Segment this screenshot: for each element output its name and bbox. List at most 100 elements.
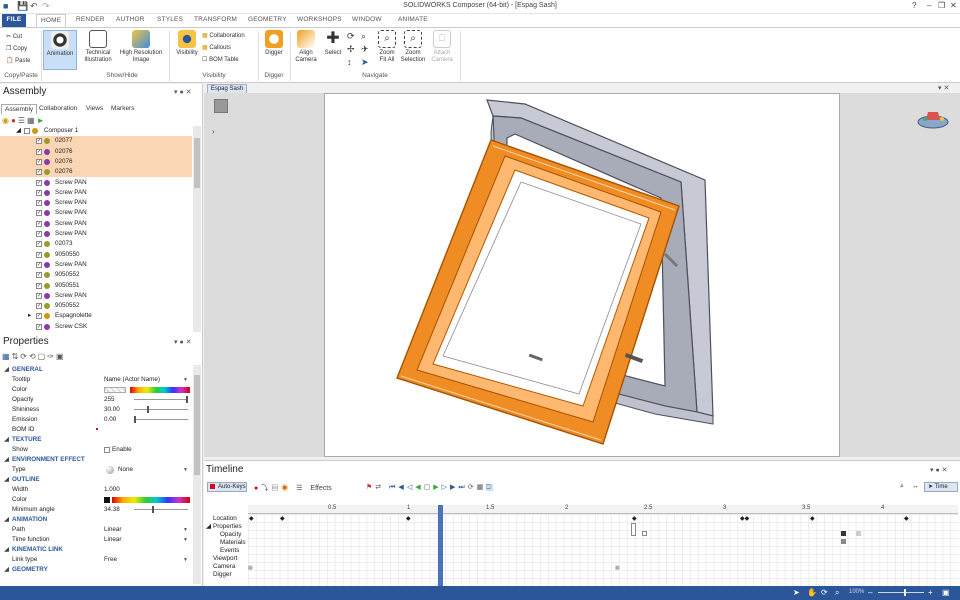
reset-icon[interactable]: ⟲ bbox=[29, 352, 38, 361]
color-swatch[interactable] bbox=[104, 387, 126, 393]
link-icon[interactable]: ⇄ bbox=[375, 484, 384, 491]
zoom-selection-button[interactable]: ⌕ Zoom Selection bbox=[399, 30, 427, 64]
zoom-slider[interactable] bbox=[878, 589, 924, 596]
color-gradient[interactable] bbox=[112, 497, 190, 503]
property-section[interactable]: ◢ ANIMATION bbox=[0, 515, 194, 525]
property-row[interactable]: Width 1.000 bbox=[0, 485, 194, 495]
loop-icon[interactable]: ⟳ bbox=[468, 484, 477, 491]
tree-row[interactable]: ✓ Screw PAN bbox=[0, 178, 192, 188]
checkbox[interactable]: ✓ bbox=[36, 138, 42, 145]
property-value[interactable]: Free bbox=[104, 555, 117, 565]
keyframe-marker[interactable]: ◆ bbox=[249, 515, 254, 522]
value-slider[interactable] bbox=[134, 406, 188, 413]
fit-timeline-icon[interactable]: ↔ bbox=[912, 483, 919, 490]
bom-table-toggle[interactable]: ☐ BOM Table bbox=[202, 56, 239, 63]
tab-render[interactable]: RENDER bbox=[76, 16, 105, 23]
tree-row[interactable]: ✓ 9050551 bbox=[0, 281, 192, 291]
property-section[interactable]: ◢ KINEMATIC LINK bbox=[0, 545, 194, 555]
tree-row[interactable]: ✓ 9050552 bbox=[0, 270, 192, 280]
tab-assembly[interactable]: Assembly bbox=[1, 104, 38, 114]
dropdown-arrow-icon[interactable]: ▼ bbox=[183, 535, 188, 545]
arrow-icon[interactable]: ➤ bbox=[361, 57, 369, 68]
timeline-track-label[interactable]: Location bbox=[213, 515, 237, 523]
animation-button[interactable]: Animation bbox=[43, 30, 77, 70]
tree-row-screw-csk[interactable]: ✓ Screw CSK bbox=[0, 322, 192, 332]
prev-frame-icon[interactable]: ◁ bbox=[407, 484, 415, 491]
property-row[interactable]: Path Linear ▼ bbox=[0, 525, 194, 535]
value-slider[interactable] bbox=[134, 396, 188, 403]
camera-key-marker[interactable]: ▦ bbox=[248, 565, 253, 571]
filmstrip-icon[interactable] bbox=[214, 99, 228, 113]
tree-row[interactable]: ✓ 02077 bbox=[0, 136, 192, 147]
panel-menu-icon[interactable]: ▾ ● ✕ bbox=[930, 466, 948, 474]
close-document-icon[interactable]: ▾ ✕ bbox=[938, 84, 949, 92]
timeline-track-label[interactable]: Opacity bbox=[220, 531, 241, 539]
property-row[interactable]: Opacity 255 bbox=[0, 395, 194, 405]
property-row[interactable]: Time function Linear ▼ bbox=[0, 535, 194, 545]
auto-keys-button[interactable]: Auto-Keys bbox=[207, 482, 247, 492]
tree-row-espagnolette[interactable]: ▸ ✓ Espagnolette bbox=[0, 311, 192, 321]
timeline-track-label[interactable]: Digger bbox=[213, 571, 232, 579]
property-value[interactable]: 0.00 bbox=[104, 415, 116, 425]
property-value[interactable]: None bbox=[118, 465, 133, 475]
dropdown-arrow-icon[interactable]: ▼ bbox=[183, 525, 188, 535]
prev-key-icon[interactable]: ◀ bbox=[398, 484, 406, 491]
next-frame-icon[interactable]: ▷ bbox=[442, 484, 450, 491]
checkbox[interactable]: ✓ bbox=[36, 189, 42, 196]
columns-icon[interactable]: ▦ bbox=[27, 116, 37, 125]
sort-category-icon[interactable]: ▦ bbox=[2, 352, 12, 361]
checkbox[interactable]: ✓ bbox=[36, 303, 42, 310]
properties-tool-icon[interactable]: ► bbox=[37, 116, 47, 125]
props-key-icon[interactable]: ▤ bbox=[271, 485, 281, 492]
tab-views[interactable]: Views bbox=[83, 104, 106, 113]
keyframe-marker[interactable]: ◆ bbox=[280, 515, 285, 522]
tab-author[interactable]: AUTHOR bbox=[116, 16, 145, 23]
properties-scrollbar[interactable] bbox=[193, 365, 201, 584]
camera-key-icon[interactable]: ⤵ bbox=[261, 485, 271, 492]
property-section[interactable]: ◢ ENVIRONMENT EFFECT bbox=[0, 455, 194, 465]
attach-camera-button[interactable]: ⎕ Attach Camera bbox=[427, 30, 457, 64]
tree-root-row[interactable]: ◢ Composer 1 bbox=[0, 126, 192, 136]
tree-row[interactable]: ✓ Screw PAN bbox=[0, 229, 192, 239]
property-row[interactable]: Type None ▼ bbox=[0, 465, 194, 475]
digger-button[interactable]: Digger bbox=[260, 30, 288, 57]
help-icon[interactable]: ? bbox=[912, 1, 916, 10]
checkbox[interactable]: ✓ bbox=[36, 282, 42, 289]
property-row[interactable]: Color bbox=[0, 385, 194, 395]
timeline-grid[interactable] bbox=[248, 514, 958, 586]
zoom-tool-icon[interactable]: ⌕ bbox=[835, 588, 844, 597]
tab-transform[interactable]: TRANSFORM bbox=[194, 16, 237, 23]
frame-icon[interactable]: ▢ bbox=[38, 352, 48, 361]
timeline-track-label[interactable]: Viewport bbox=[213, 555, 237, 563]
timeline-track-label[interactable]: Events bbox=[220, 547, 239, 555]
zoom-icon[interactable]: ⌕ bbox=[361, 31, 366, 42]
view-cube-icon[interactable] bbox=[916, 108, 950, 130]
timeline-track-label[interactable]: Materials bbox=[220, 539, 246, 547]
zoom-in-icon[interactable]: + bbox=[928, 588, 937, 597]
material-key-block[interactable] bbox=[841, 539, 846, 544]
collapse-icon[interactable]: ◢ bbox=[4, 365, 9, 375]
enable-checkbox[interactable] bbox=[104, 447, 110, 453]
tab-markers[interactable]: Markers bbox=[108, 104, 137, 113]
timeline-track-label[interactable]: Camera bbox=[213, 563, 235, 571]
collapse-icon[interactable]: ◢ bbox=[4, 545, 9, 555]
tree-row[interactable]: ✓ Screw PAN bbox=[0, 188, 192, 198]
tab-collaboration[interactable]: Collaboration bbox=[36, 104, 80, 113]
paste-button[interactable]: 📋 Paste bbox=[6, 57, 31, 64]
tree-row[interactable]: ✓ Screw PAN bbox=[0, 198, 192, 208]
tab-file[interactable]: FILE bbox=[2, 14, 26, 27]
fullscreen-icon[interactable]: ▣ bbox=[942, 588, 951, 597]
tree-row[interactable]: ✓ 9050552 bbox=[0, 301, 192, 311]
close-icon[interactable]: ✕ bbox=[950, 1, 957, 10]
callouts-toggle[interactable]: ▦ Callouts bbox=[202, 44, 231, 51]
camera-key-marker[interactable]: ▦ bbox=[615, 565, 620, 571]
checkbox[interactable]: ✓ bbox=[36, 261, 42, 268]
property-row[interactable]: BOM ID bbox=[0, 425, 194, 435]
tree-row[interactable]: ✓ 9050550 bbox=[0, 250, 192, 260]
assembly-scrollbar[interactable] bbox=[193, 126, 201, 332]
copy-button[interactable]: ❐ Copy bbox=[6, 45, 27, 52]
property-value[interactable]: Linear bbox=[104, 535, 122, 545]
tab-home[interactable]: HOME bbox=[36, 14, 67, 27]
expand-icon[interactable]: ▸ bbox=[28, 311, 31, 321]
tree-row[interactable]: ✓ Screw PAN bbox=[0, 208, 192, 218]
